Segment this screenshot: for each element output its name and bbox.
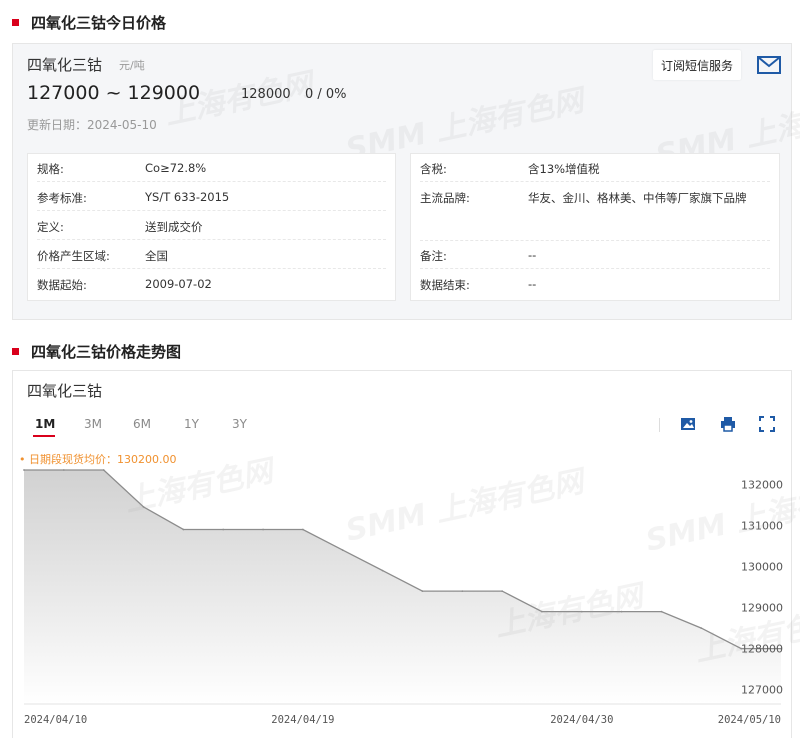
data-point bbox=[222, 528, 225, 531]
update-date: 更新日期：2024-05-10 bbox=[27, 118, 157, 132]
section-title-today-price: 四氧化三钴今日价格 bbox=[12, 10, 166, 34]
x-tick-label: 2024/05/10 bbox=[718, 714, 781, 726]
info-row: 主流品牌: 华友、金川、格林美、中伟等厂家旗下品牌 bbox=[420, 183, 770, 241]
data-point bbox=[341, 549, 344, 551]
area-fill bbox=[24, 470, 781, 704]
mail-icon[interactable] bbox=[757, 56, 781, 74]
data-point bbox=[302, 528, 304, 531]
data-point bbox=[700, 627, 703, 629]
data-point bbox=[262, 528, 264, 531]
info-row: 备注: -- bbox=[420, 241, 770, 269]
price-unit: 元/吨 bbox=[119, 59, 145, 72]
price-average: 128000 bbox=[241, 87, 291, 102]
info-row: 价格产生区域: 全国 bbox=[37, 241, 386, 269]
data-point bbox=[23, 469, 25, 471]
spec-info-right: 含税: 含13%增值税 主流品牌: 华友、金川、格林美、中伟等厂家旗下品牌 备注: -… bbox=[410, 153, 780, 301]
price-trend-chart: 127000 128000 129000 130000 131000 132000 2024… bbox=[23, 469, 783, 726]
data-point bbox=[580, 610, 583, 613]
data-point bbox=[501, 590, 503, 592]
y-tick-label: 130000 bbox=[741, 561, 783, 574]
data-point bbox=[461, 590, 464, 592]
chart-panel: 四氧化三钴 1M 3M 6M 1Y 3Y • 日期段现货均价：130200.00… bbox=[12, 370, 800, 738]
price-change: 0 / 0% bbox=[305, 87, 347, 102]
x-tick-label: 2024/04/19 bbox=[271, 714, 334, 726]
data-point bbox=[142, 506, 145, 508]
price-range: 127000 ~ 129000 bbox=[27, 82, 201, 104]
info-row: 数据结束: -- bbox=[420, 277, 537, 292]
x-tick-label: 2024/04/10 bbox=[24, 714, 87, 726]
y-tick-label: 129000 bbox=[741, 602, 783, 615]
section-marker bbox=[12, 347, 19, 355]
section-marker bbox=[12, 18, 19, 26]
data-point bbox=[660, 610, 663, 613]
info-row: 参考标准: YS/T 633-2015 bbox=[37, 183, 386, 211]
data-point bbox=[62, 469, 65, 471]
info-row: 定义: 送到成交价 bbox=[37, 212, 386, 240]
data-point bbox=[541, 610, 543, 613]
y-tick-label: 132000 bbox=[741, 478, 783, 491]
info-row: 数据起始: 2009-07-02 bbox=[37, 277, 212, 292]
product-name: 四氧化三钴 bbox=[27, 56, 103, 74]
y-tick-label: 128000 bbox=[741, 643, 783, 656]
y-tick-label: 131000 bbox=[741, 519, 783, 532]
section-title-text: 四氧化三钴价格走势图 bbox=[31, 342, 182, 361]
data-point bbox=[421, 590, 424, 592]
spec-info-left: 规格: Co≥72.8% 参考标准: YS/T 633-2015 定义: 送到成交价 … bbox=[27, 153, 396, 301]
info-row: 规格: Co≥72.8% bbox=[37, 154, 386, 182]
y-tick-label: 127000 bbox=[741, 684, 783, 697]
section-title-text: 四氧化三钴今日价格 bbox=[31, 13, 167, 32]
data-point bbox=[102, 469, 105, 471]
section-title-trend-chart: 四氧化三钴价格走势图 bbox=[12, 339, 181, 363]
subscribe-sms-button[interactable]: 订阅短信服务 bbox=[653, 50, 742, 80]
data-point bbox=[182, 528, 185, 531]
data-point bbox=[381, 569, 384, 572]
info-row: 含税: 含13%增值税 bbox=[420, 154, 770, 182]
data-point bbox=[620, 610, 623, 613]
price-panel: 上海有色网 SMM 上海有色网 SMM 上海有色网 四氧化三钴 元/吨 订阅短信… bbox=[12, 43, 800, 320]
x-tick-label: 2024/04/30 bbox=[550, 714, 613, 726]
